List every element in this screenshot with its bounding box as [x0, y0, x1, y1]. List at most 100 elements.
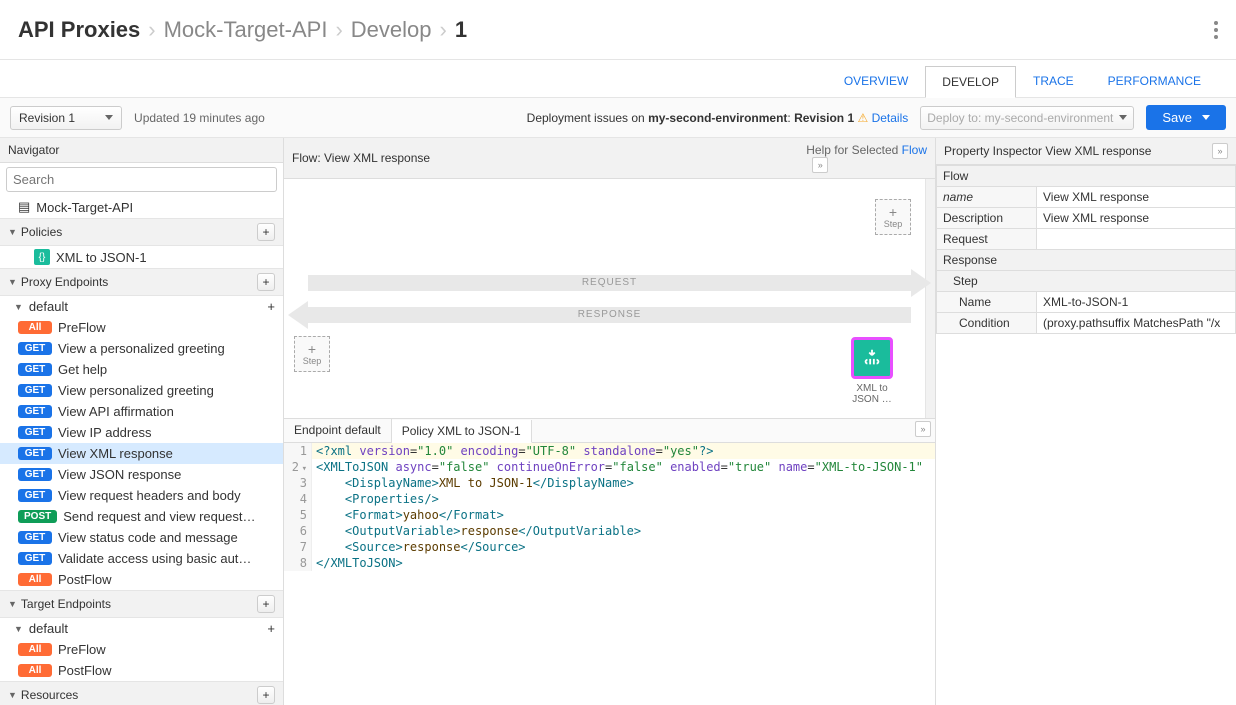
deployment-issue: Deployment issues on my-second-environme… [527, 111, 909, 125]
inspector-header: Property Inspector View XML response » [936, 138, 1236, 165]
method-badge: GET [18, 363, 52, 376]
add-resource-button[interactable]: + [257, 686, 275, 704]
scrollbar[interactable] [925, 179, 935, 418]
policies-section[interactable]: ▼ Policies + [0, 218, 283, 246]
save-button[interactable]: Save [1146, 105, 1226, 130]
tab-policy-xml[interactable]: Policy XML to JSON-1 [392, 420, 532, 443]
flow-item[interactable]: GET View JSON response [0, 464, 283, 485]
method-badge: GET [18, 468, 52, 481]
arrow-right-icon [911, 269, 931, 297]
flow-label: PostFlow [58, 572, 111, 587]
policy-item[interactable]: {} XML to JSON-1 [0, 246, 283, 268]
flow-item[interactable]: GET View a personalized greeting [0, 338, 283, 359]
flow-item[interactable]: GETGet help [0, 359, 283, 380]
add-policy-button[interactable]: + [257, 223, 275, 241]
policy-step[interactable]: XML to JSON … [851, 337, 893, 405]
navigator-header: Navigator [0, 138, 283, 163]
plus-icon: + [889, 205, 897, 219]
details-link[interactable]: Details [872, 111, 909, 125]
flow-item[interactable]: GET View status code and message [0, 527, 283, 548]
caret-down-icon [1119, 115, 1127, 120]
add-proxy-endpoint-button[interactable]: + [257, 273, 275, 291]
proxy-endpoints-section[interactable]: ▼ Proxy Endpoints + [0, 268, 283, 296]
resources-section[interactable]: ▼ Resources + [0, 681, 283, 705]
method-badge: GET [18, 342, 52, 355]
flow-item[interactable]: POSTSend request and view request… [0, 506, 283, 527]
method-badge: GET [18, 405, 52, 418]
prop-description[interactable]: View XML response [1037, 208, 1236, 229]
revision-label: Revision 1 [19, 111, 75, 125]
caret-down-icon [1202, 115, 1210, 120]
tab-trace[interactable]: TRACE [1016, 65, 1091, 97]
method-badge: All [18, 321, 52, 334]
arrow-left-icon [288, 301, 308, 329]
center-panel: Flow: View XML response Help for Selecte… [284, 138, 936, 705]
add-target-endpoint-button[interactable]: + [257, 595, 275, 613]
kebab-menu-icon[interactable] [1214, 21, 1218, 39]
prop-step-name[interactable]: XML-to-JSON-1 [1037, 292, 1236, 313]
flow-canvas: + Step REQUEST RESPONSE + Step XML to JS… [284, 179, 935, 419]
chevron-right-icon: › [335, 17, 342, 43]
breadcrumb-develop[interactable]: Develop [351, 17, 432, 43]
flow-item[interactable]: GETValidate access using basic aut… [0, 548, 283, 569]
tab-endpoint-default[interactable]: Endpoint default [284, 419, 392, 442]
add-target-flow-button[interactable]: + [267, 621, 275, 636]
flow-label: View JSON response [58, 467, 181, 482]
flow-item[interactable]: GETView IP address [0, 422, 283, 443]
flow-item[interactable]: GETView request headers and body [0, 485, 283, 506]
add-response-step-button[interactable]: + Step [294, 336, 330, 372]
help-flow-link[interactable]: Flow [902, 143, 927, 157]
inspector-panel: Property Inspector View XML response » F… [936, 138, 1236, 705]
prop-name[interactable]: View XML response [1037, 187, 1236, 208]
flow-label: View XML response [58, 446, 173, 461]
proxy-root-item[interactable]: ▤ Mock-Target-API [0, 196, 283, 218]
target-default-item[interactable]: ▼ default + [0, 618, 283, 639]
tab-develop[interactable]: DEVELOP [925, 66, 1016, 98]
flow-label: PreFlow [58, 320, 106, 335]
add-request-step-button[interactable]: + Step [875, 199, 911, 235]
flow-label: Send request and view request… [63, 509, 255, 524]
deploy-to-select[interactable]: Deploy to: my-second-environment [920, 106, 1134, 130]
flow-label: Validate access using basic aut… [58, 551, 251, 566]
method-badge: GET [18, 426, 52, 439]
prop-request[interactable] [1037, 229, 1236, 250]
caret-down-icon: ▼ [8, 599, 17, 609]
target-endpoints-section[interactable]: ▼ Target Endpoints + [0, 590, 283, 618]
breadcrumb: API Proxies › Mock-Target-API › Develop … [18, 17, 467, 43]
breadcrumb-proxy[interactable]: Mock-Target-API [164, 17, 328, 43]
method-badge: All [18, 643, 52, 656]
flow-item[interactable]: AllPreFlow [0, 639, 283, 660]
collapse-inspector-icon[interactable]: » [1212, 143, 1228, 159]
breadcrumb-root[interactable]: API Proxies [18, 17, 140, 43]
topbar: API Proxies › Mock-Target-API › Develop … [0, 0, 1236, 60]
action-bar: Revision 1 Updated 19 minutes ago Deploy… [0, 98, 1236, 138]
method-badge: All [18, 664, 52, 677]
flow-item[interactable]: All PreFlow [0, 317, 283, 338]
flow-item[interactable]: GETView XML response [0, 443, 283, 464]
tab-performance[interactable]: PERFORMANCE [1091, 65, 1218, 97]
navigator-panel: « Navigator ▤ Mock-Target-API ▼ Policies… [0, 138, 284, 705]
prop-condition[interactable]: (proxy.pathsuffix MatchesPath "/x [1037, 313, 1236, 334]
warning-icon: ⚠ [857, 111, 868, 125]
search-input[interactable] [6, 167, 277, 192]
proxy-default-item[interactable]: ▼ default + [0, 296, 283, 317]
request-lane: REQUEST [308, 275, 911, 291]
tab-overview[interactable]: OVERVIEW [827, 65, 925, 97]
collapse-flow-icon[interactable]: » [812, 157, 828, 173]
xml-to-json-icon [851, 337, 893, 379]
caret-down-icon: ▼ [14, 624, 23, 634]
flow-item[interactable]: AllPostFlow [0, 569, 283, 590]
flow-label: View status code and message [58, 530, 238, 545]
flow-item[interactable]: GETView API affirmation [0, 401, 283, 422]
flow-label: View a personalized greeting [58, 341, 225, 356]
caret-down-icon: ▼ [14, 302, 23, 312]
caret-down-icon: ▼ [8, 227, 17, 237]
code-editor[interactable]: 12 ▾345678 <?xml version="1.0" encoding=… [284, 443, 935, 705]
flow-item[interactable]: GETView personalized greeting [0, 380, 283, 401]
flow-item[interactable]: AllPostFlow [0, 660, 283, 681]
revision-select[interactable]: Revision 1 [10, 106, 122, 130]
add-flow-button[interactable]: + [267, 299, 275, 314]
breadcrumb-revision: 1 [455, 17, 467, 43]
collapse-code-icon[interactable]: » [915, 421, 931, 437]
method-badge: GET [18, 531, 52, 544]
